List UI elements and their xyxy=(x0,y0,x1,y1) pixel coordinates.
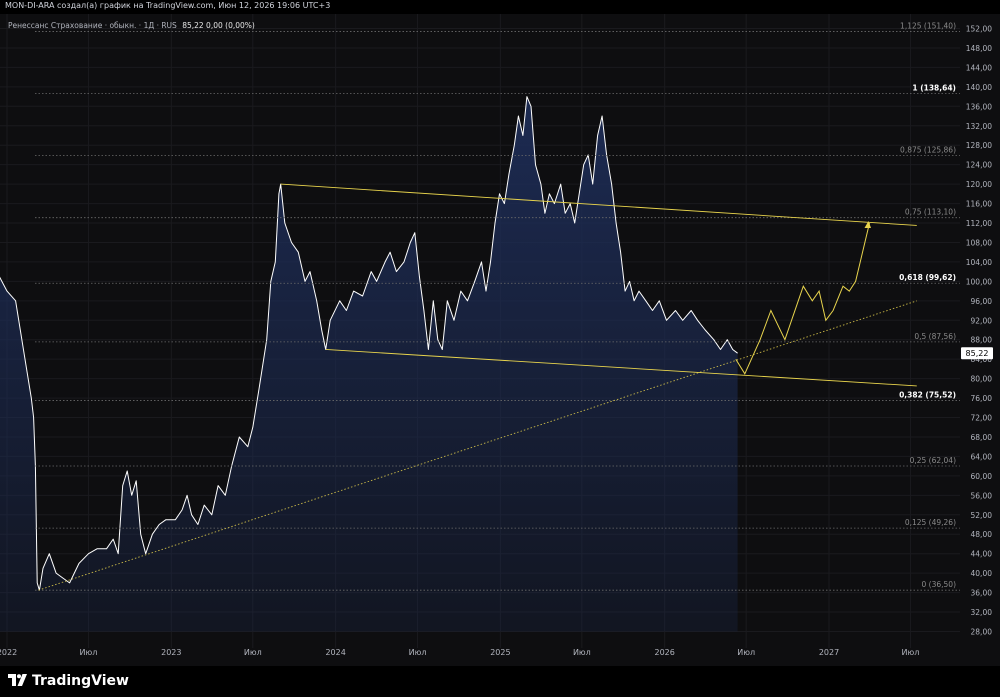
price-axis-tick: 148,00 xyxy=(966,44,992,53)
price-axis-tick: 104,00 xyxy=(966,258,992,267)
time-axis-tick: 2027 xyxy=(819,648,839,657)
fib-level-label: 1 (138,64) xyxy=(912,83,956,92)
price-axis-tick: 88,00 xyxy=(971,336,993,345)
fib-level-label: 0,875 (125,86) xyxy=(900,146,956,155)
time-axis-tick: Июл xyxy=(737,648,755,657)
price-axis-tick: 124,00 xyxy=(966,161,992,170)
price-axis-tick: 48,00 xyxy=(971,530,993,539)
price-axis-tick: 40,00 xyxy=(971,569,993,578)
tradingview-logo-icon xyxy=(8,674,27,686)
price-axis-tick: 96,00 xyxy=(971,297,993,306)
footer-bar: TradingView xyxy=(0,666,1000,697)
price-axis-tick: 64,00 xyxy=(971,452,993,461)
price-axis-tick: 52,00 xyxy=(971,511,993,520)
symbol-values: 85,22 0,00 (0,00%) xyxy=(182,21,255,30)
price-axis-tick: 36,00 xyxy=(971,589,993,598)
time-axis-tick: Июл xyxy=(573,648,591,657)
price-axis[interactable]: 28,00 32,00 36,00 40,00 44,00 48,00 52,00 56,00… xyxy=(960,14,1000,666)
time-axis-tick: 2023 xyxy=(161,648,181,657)
price-axis-tick: 28,00 xyxy=(971,628,993,637)
fib-level-label: 0,25 (62,04) xyxy=(910,456,956,465)
symbol-name: Ренессанс Страхование · обыкн. · 1Д · RU… xyxy=(8,21,177,30)
price-axis-tick: 140,00 xyxy=(966,83,992,92)
fib-level-label: 0,382 (75,52) xyxy=(899,390,956,399)
price-axis-tick: 68,00 xyxy=(971,433,993,442)
price-axis-tick: 80,00 xyxy=(971,375,993,384)
price-axis-tick: 132,00 xyxy=(966,122,992,131)
time-axis-tick: 2025 xyxy=(490,648,510,657)
price-axis-tick: 100,00 xyxy=(966,277,992,286)
price-axis-tick: 72,00 xyxy=(971,414,993,423)
time-axis-tick: 2022 xyxy=(0,648,17,657)
price-axis-tick: 32,00 xyxy=(971,608,993,617)
tradingview-logo[interactable]: TradingView xyxy=(8,673,129,689)
attribution-bar: MON-DI-ARA создал(а) график на TradingVi… xyxy=(0,0,1000,14)
fib-level-label: 0,5 (87,56) xyxy=(914,332,956,341)
time-axis-tick: Июл xyxy=(244,648,262,657)
time-axis-tick: 2024 xyxy=(325,648,345,657)
price-axis-tick: 120,00 xyxy=(966,180,992,189)
fib-level-label: 0,125 (49,26) xyxy=(905,518,956,527)
price-axis-tick: 44,00 xyxy=(971,550,993,559)
price-axis-tick: 144,00 xyxy=(966,63,992,72)
price-axis-tick: 108,00 xyxy=(966,238,992,247)
price-axis-tick: 152,00 xyxy=(966,25,992,34)
price-axis-tick: 76,00 xyxy=(971,394,993,403)
time-axis-tick: 2026 xyxy=(655,648,675,657)
price-axis-tick: 92,00 xyxy=(971,316,993,325)
fib-level-label: 0,618 (99,62) xyxy=(899,273,956,282)
fib-level-label: 0,75 (113,10) xyxy=(905,208,956,217)
price-axis-tick: 128,00 xyxy=(966,141,992,150)
price-chart[interactable]: 1,125 (151,40) 1 (138,64) 0,875 (125,86) 0,… xyxy=(0,14,1000,666)
tradingview-logo-text: TradingView xyxy=(32,673,129,689)
price-axis-tick: 60,00 xyxy=(971,472,993,481)
time-axis-tick: Июл xyxy=(409,648,427,657)
fib-level-label: 0 (36,50) xyxy=(922,580,957,589)
price-axis-tick: 112,00 xyxy=(966,219,992,228)
time-axis-tick: Июл xyxy=(902,648,920,657)
fib-level-label: 1,125 (151,40) xyxy=(900,21,956,30)
price-axis-tick: 136,00 xyxy=(966,102,992,111)
price-axis-tick: 116,00 xyxy=(966,200,992,209)
last-price-label: 85,22 xyxy=(966,349,989,358)
attribution-text: MON-DI-ARA создал(а) график на TradingVi… xyxy=(5,1,331,10)
price-axis-tick: 56,00 xyxy=(971,491,993,500)
time-axis-tick: Июл xyxy=(80,648,98,657)
symbol-legend: Ренессанс Страхование · обыкн. · 1Д · RU… xyxy=(8,21,255,30)
